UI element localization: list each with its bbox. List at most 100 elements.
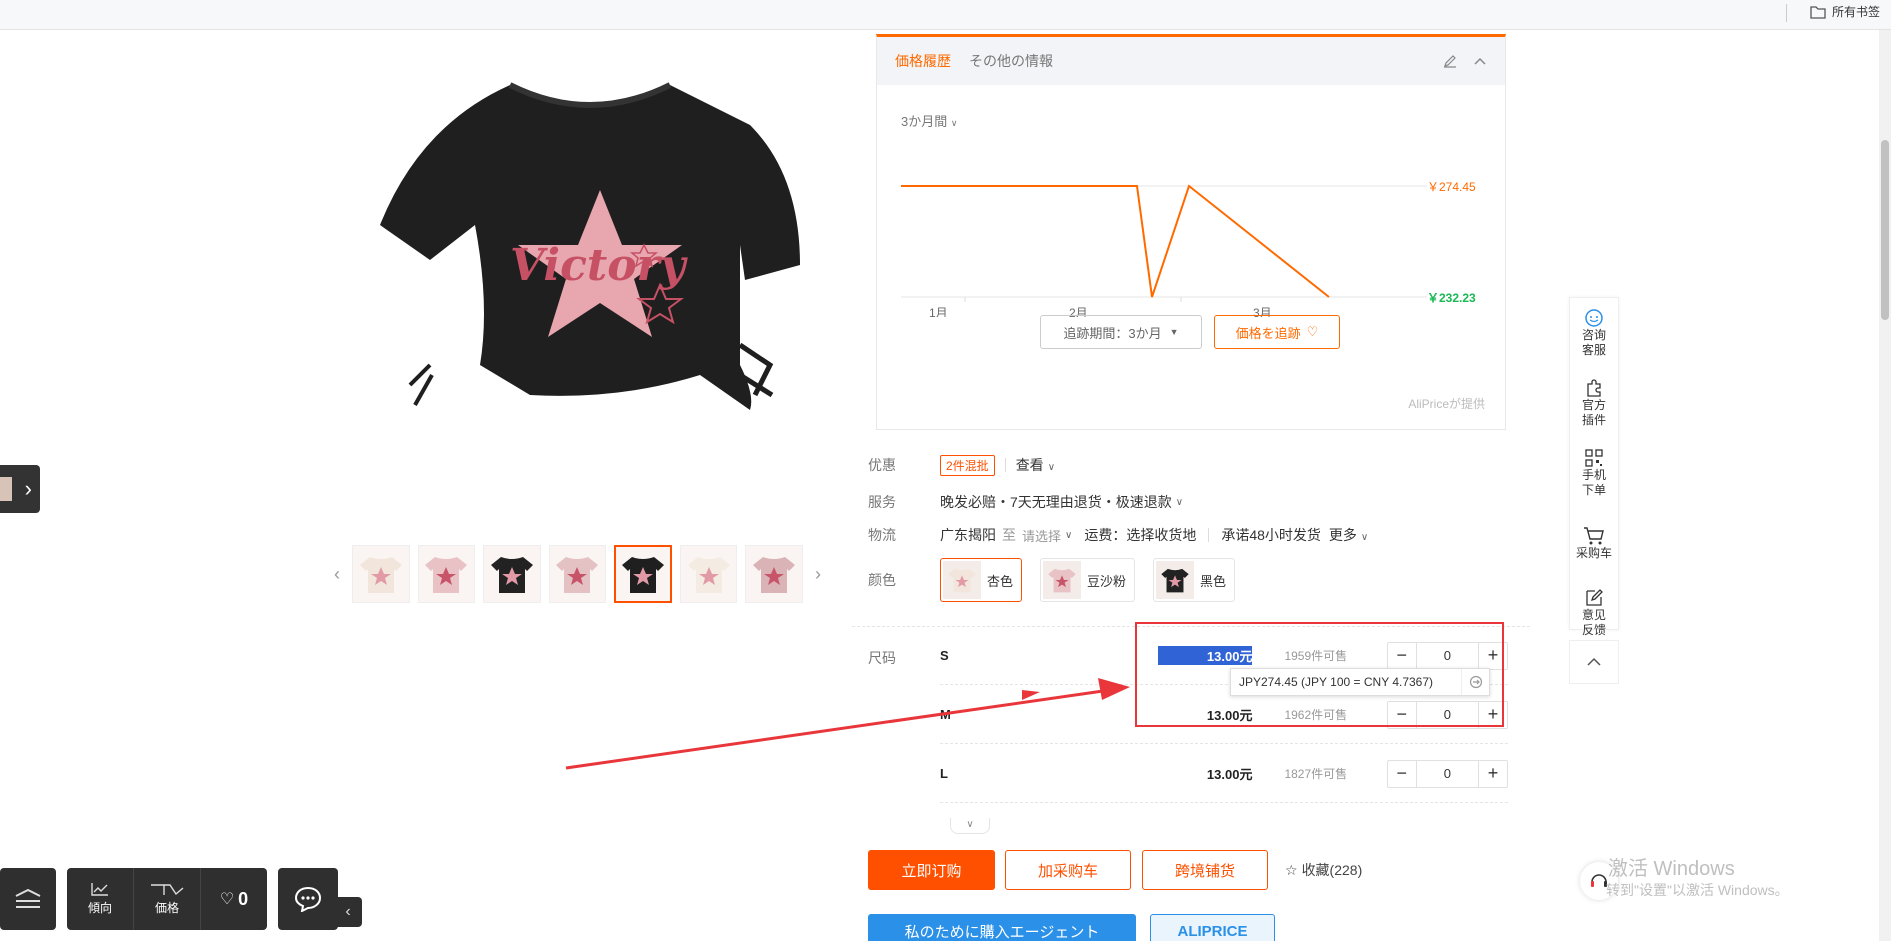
max-price-label: ￥274.45	[1427, 180, 1476, 194]
mobile-order-button[interactable]: 手机 下单	[1570, 438, 1618, 508]
bookmarks-separator	[1786, 4, 1787, 22]
customer-service-button[interactable]: 咨询 客服	[1570, 298, 1618, 368]
all-bookmarks-button[interactable]: 所有书签	[1810, 3, 1880, 20]
expand-sizes-button[interactable]: ∨	[950, 818, 990, 834]
size-name: M	[940, 707, 951, 722]
quantity-input[interactable]: 0	[1415, 642, 1479, 669]
decrease-button[interactable]: −	[1388, 645, 1416, 666]
track-label: 価格を追跡	[1235, 325, 1301, 341]
logistics-to: 至	[1002, 527, 1016, 543]
aliprice-button[interactable]: ALIPRICE	[1150, 914, 1275, 941]
chevron-down-icon[interactable]: ∨	[1176, 497, 1183, 508]
promo-row: 优惠 2件混批 查看 ∨	[868, 454, 1468, 476]
color-option-pink[interactable]: 豆沙粉	[1040, 558, 1136, 602]
thumbnail-6[interactable]	[679, 545, 738, 603]
color-label: 颜色	[868, 572, 896, 588]
thumbnail-5-active[interactable]	[614, 545, 672, 603]
star-icon: ☆	[1285, 861, 1298, 878]
tab-price-history[interactable]: 価格履歴	[895, 51, 951, 71]
size-price: 13.00元	[1206, 708, 1253, 723]
caret-down-icon: ▼	[1169, 327, 1179, 337]
size-stock: 1959件可售	[1284, 649, 1348, 663]
thumbnail-strip: ‹ ›	[330, 544, 825, 604]
color-swatch	[943, 561, 981, 599]
currency-convert-icon[interactable]	[1461, 669, 1489, 695]
promo-divider	[1004, 458, 1006, 472]
decrease-button[interactable]: −	[1388, 763, 1416, 784]
thumb-prev-button[interactable]: ‹	[330, 545, 344, 603]
service-row: 服务 晚发必赔・7天无理由退货・极速退款 ∨	[868, 491, 1468, 513]
folder-icon	[1810, 5, 1826, 19]
thumb-next-button[interactable]: ›	[811, 545, 825, 603]
size-stock: 1962件可售	[1284, 708, 1348, 722]
increase-button[interactable]: +	[1479, 645, 1507, 666]
buying-agent-button[interactable]: 私のために購入エージェント	[868, 914, 1136, 941]
quantity-input[interactable]: 0	[1415, 760, 1479, 787]
shipping-fee: 运费：选择收货地	[1084, 527, 1197, 543]
thumbnail-7[interactable]	[745, 545, 804, 603]
chevron-down-icon: ∨	[1047, 462, 1056, 473]
chat-button[interactable]	[278, 868, 338, 930]
size-price: 13.00元	[1206, 767, 1253, 782]
size-name: L	[940, 766, 948, 781]
chevron-down-icon: ∨	[950, 118, 958, 128]
rp-label-cart: 采购车	[1575, 545, 1612, 560]
add-to-cart-button[interactable]: 加采购车	[1005, 850, 1131, 890]
layers-icon	[15, 888, 41, 908]
decrease-button[interactable]: −	[1388, 704, 1416, 725]
x-tick-marks	[964, 297, 1182, 302]
promo-view-link[interactable]: 查看 ∨	[1016, 455, 1055, 475]
min-price-label: ￥232.23	[1427, 291, 1476, 305]
official-plugin-button[interactable]: 官方 插件	[1570, 368, 1618, 438]
rp-label-mobile: 手机 下单	[1581, 468, 1606, 497]
thumbnail-2[interactable]	[417, 545, 476, 603]
thumbnail-1[interactable]	[351, 545, 410, 603]
collapse-up-icon[interactable]	[1473, 56, 1487, 66]
size-name: S	[940, 648, 949, 663]
tracking-period-select[interactable]: 追跡期間：3か月 ▼	[1040, 315, 1202, 349]
color-option-apricot[interactable]: 杏色	[940, 558, 1023, 602]
promo-label: 优惠	[868, 457, 896, 473]
destination-select[interactable]: 请选择	[1022, 526, 1061, 545]
collapse-toolbar-button[interactable]: ‹	[334, 897, 362, 927]
currency-tooltip: JPY274.45 (JPY 100 = CNY 4.7367)	[1230, 668, 1490, 696]
main-product-image[interactable]: Victory	[360, 65, 820, 485]
chevron-down-icon[interactable]: ∨	[1065, 530, 1072, 541]
increase-button[interactable]: +	[1479, 763, 1507, 784]
right-tool-panel: 咨询 客服 官方 插件 手机 下单 采购车 意见 反馈	[1569, 297, 1619, 637]
trend-button[interactable]: 傾向	[67, 868, 134, 930]
range-select[interactable]: 3か月間 ∨	[901, 111, 957, 130]
color-option-black[interactable]: 黑色	[1153, 558, 1236, 602]
chevron-down-icon: ∨	[1360, 532, 1369, 543]
heart-icon: ♡	[219, 891, 235, 908]
edit-icon[interactable]	[1443, 54, 1457, 68]
tab-other-info[interactable]: その他の情報	[969, 51, 1053, 71]
thumbnail-4[interactable]	[548, 545, 607, 603]
order-now-button[interactable]: 立即订购	[868, 850, 995, 890]
logistics-label: 物流	[868, 527, 896, 543]
favorite-label: 收藏(228)	[1301, 862, 1363, 878]
side-expand-button[interactable]: ›	[0, 465, 40, 513]
page-scrollbar-thumb[interactable]	[1881, 140, 1889, 320]
favorite-button[interactable]: ☆ 收藏(228)	[1285, 860, 1362, 880]
logistics-more-link[interactable]: 更多 ∨	[1329, 525, 1368, 545]
all-bookmarks-label: 所有书签	[1832, 5, 1881, 19]
feedback-button[interactable]: 意见 反馈	[1570, 578, 1618, 648]
period-label: 追跡期間：3か月	[1063, 325, 1162, 341]
purchase-cart-button[interactable]: 采购车	[1570, 508, 1618, 578]
wishlist-button[interactable]: ♡ 0	[201, 868, 267, 930]
x-tick-label: 1月	[929, 306, 948, 317]
color-row: 颜色 杏色 豆沙粉 黑色	[868, 556, 1568, 604]
price-series-line	[901, 184, 1330, 298]
quantity-input[interactable]: 0	[1415, 701, 1479, 728]
track-price-button[interactable]: 価格を追跡 ♡	[1214, 315, 1340, 349]
cross-border-button[interactable]: 跨境铺货	[1142, 850, 1268, 890]
toolbar-menu-button[interactable]	[0, 868, 56, 930]
color-swatch	[1156, 561, 1195, 599]
thumbnail-3[interactable]	[483, 545, 541, 603]
size-price-selected: 13.00元	[1157, 646, 1253, 665]
increase-button[interactable]: +	[1479, 704, 1507, 725]
back-to-top-button[interactable]	[1569, 640, 1619, 684]
trend-icon	[91, 883, 108, 896]
price-button[interactable]: 価格	[134, 868, 201, 930]
